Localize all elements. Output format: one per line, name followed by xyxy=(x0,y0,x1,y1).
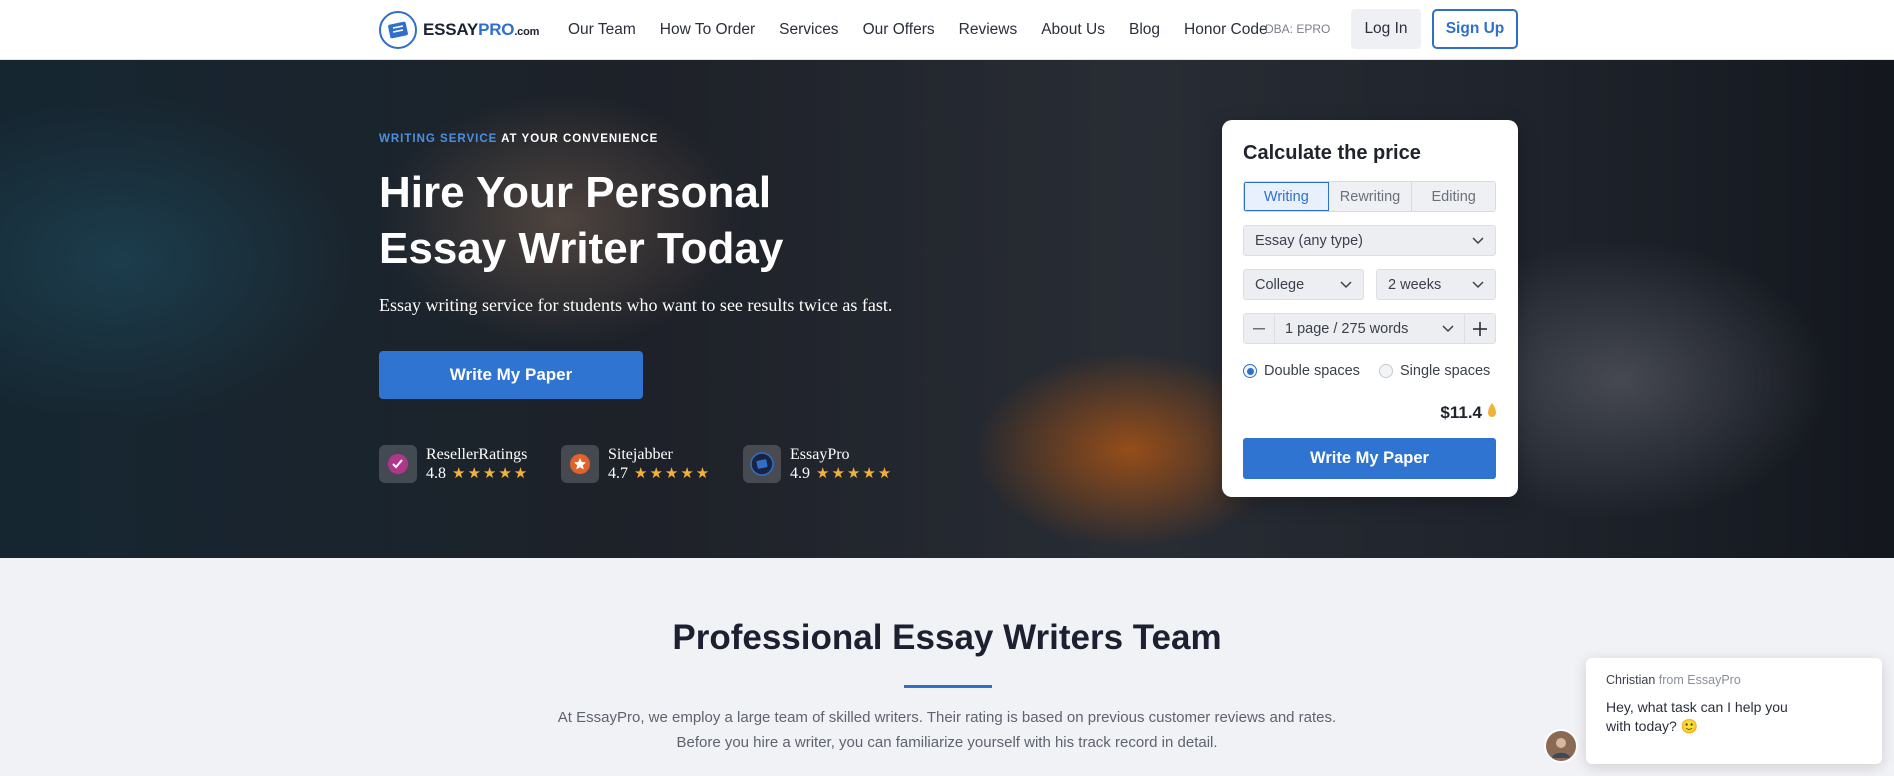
rating-name: EssayPro xyxy=(790,446,850,463)
signup-button[interactable]: Sign Up xyxy=(1432,9,1518,49)
paper-type-value: Essay (any type) xyxy=(1255,232,1363,249)
chat-sender: Christian from EssayPro xyxy=(1606,673,1741,687)
nav-our-offers[interactable]: Our Offers xyxy=(863,21,935,39)
chevron-down-icon xyxy=(1472,233,1484,249)
nav-blog[interactable]: Blog xyxy=(1129,21,1160,39)
rating-name: Sitejabber xyxy=(608,446,673,463)
nav-how-to-order[interactable]: How To Order xyxy=(660,21,755,39)
deadline-value: 2 weeks xyxy=(1388,276,1442,293)
login-button[interactable]: Log In xyxy=(1351,9,1421,49)
spacing-double-label: Double spaces xyxy=(1264,363,1360,379)
calculator-title: Calculate the price xyxy=(1243,142,1421,164)
logo-mark-icon xyxy=(379,11,417,49)
price-display: $11.4 xyxy=(1440,402,1497,423)
spacing-single-label: Single spaces xyxy=(1400,363,1491,379)
calculator-write-paper-button[interactable]: Write My Paper xyxy=(1243,438,1496,479)
tab-writing[interactable]: Writing xyxy=(1244,182,1329,211)
check-badge-icon xyxy=(379,445,417,483)
chat-agent-avatar[interactable] xyxy=(1544,729,1578,763)
star-badge-icon xyxy=(561,445,599,483)
rating-score: 4.8 xyxy=(426,464,446,482)
rating-essaypro[interactable]: EssayPro 4.9 ★★★★★ xyxy=(743,445,893,483)
section-divider xyxy=(904,685,992,688)
chevron-down-icon xyxy=(1340,277,1352,293)
tab-editing[interactable]: Editing xyxy=(1412,182,1495,211)
essaypro-badge-icon xyxy=(743,445,781,483)
radio-unselected-icon xyxy=(1379,364,1393,378)
service-tabs: Writing Rewriting Editing xyxy=(1243,181,1496,212)
nav-reviews[interactable]: Reviews xyxy=(959,21,1018,39)
tab-rewriting[interactable]: Rewriting xyxy=(1328,182,1413,211)
dba-label: DBA: EPRO xyxy=(1265,22,1331,36)
hero-headline: Hire Your Personal Essay Writer Today xyxy=(379,168,784,273)
price-info-icon[interactable] xyxy=(1487,402,1497,423)
price-value: $11.4 xyxy=(1440,402,1482,422)
academic-level-value: College xyxy=(1255,276,1305,293)
nav-honor-code[interactable]: Honor Code xyxy=(1184,21,1268,39)
section-title: Professional Essay Writers Team xyxy=(672,618,1222,657)
main-nav: Our Team How To Order Services Our Offer… xyxy=(568,0,1292,59)
pages-value: 1 page / 275 words xyxy=(1285,320,1409,337)
nav-about-us[interactable]: About Us xyxy=(1041,21,1105,39)
pages-stepper: 1 page / 275 words xyxy=(1243,313,1496,344)
rating-score: 4.7 xyxy=(608,464,628,482)
rating-name: ResellerRatings xyxy=(426,446,528,463)
radio-selected-icon xyxy=(1243,364,1257,378)
chat-message-text: Hey, what task can I help you with today… xyxy=(1606,699,1788,734)
five-stars-icon: ★★★★★ xyxy=(634,466,712,482)
decrease-pages-button[interactable] xyxy=(1244,314,1274,343)
spacing-single-option[interactable]: Single spaces xyxy=(1379,363,1490,379)
deadline-select[interactable]: 2 weeks xyxy=(1376,269,1496,300)
five-stars-icon: ★★★★★ xyxy=(452,466,530,482)
price-calculator: Calculate the price Writing Rewriting Ed… xyxy=(1222,120,1518,497)
nav-our-team[interactable]: Our Team xyxy=(568,21,636,39)
site-header: ESSAYPRO.com Our Team How To Order Servi… xyxy=(0,0,1894,60)
rating-sitejabber[interactable]: Sitejabber 4.7 ★★★★★ xyxy=(561,445,711,483)
chat-message-bubble[interactable]: Christian from EssayPro Hey, what task c… xyxy=(1586,658,1882,764)
nav-services[interactable]: Services xyxy=(779,21,838,39)
rating-score: 4.9 xyxy=(790,464,810,482)
hero-subline: Essay writing service for students who w… xyxy=(379,295,893,315)
five-stars-icon: ★★★★★ xyxy=(816,466,894,482)
hero-eyebrow: WRITING SERVICE AT YOUR CONVENIENCE xyxy=(379,133,659,145)
logo-wordmark: ESSAYPRO.com xyxy=(423,20,540,39)
increase-pages-button[interactable] xyxy=(1465,314,1495,343)
academic-level-select[interactable]: College xyxy=(1243,269,1364,300)
chevron-down-icon xyxy=(1472,277,1484,293)
chevron-down-icon xyxy=(1442,321,1454,337)
rating-resellerratings[interactable]: ResellerRatings 4.8 ★★★★★ xyxy=(379,445,529,483)
paper-type-select[interactable]: Essay (any type) xyxy=(1243,225,1496,256)
spacing-double-option[interactable]: Double spaces xyxy=(1243,363,1360,379)
hero-write-paper-button[interactable]: Write My Paper xyxy=(379,351,643,399)
essaypro-logo[interactable]: ESSAYPRO.com xyxy=(379,10,539,50)
hero-section: WRITING SERVICE AT YOUR CONVENIENCE Hire… xyxy=(0,60,1894,558)
pages-select[interactable]: 1 page / 275 words xyxy=(1274,314,1465,343)
